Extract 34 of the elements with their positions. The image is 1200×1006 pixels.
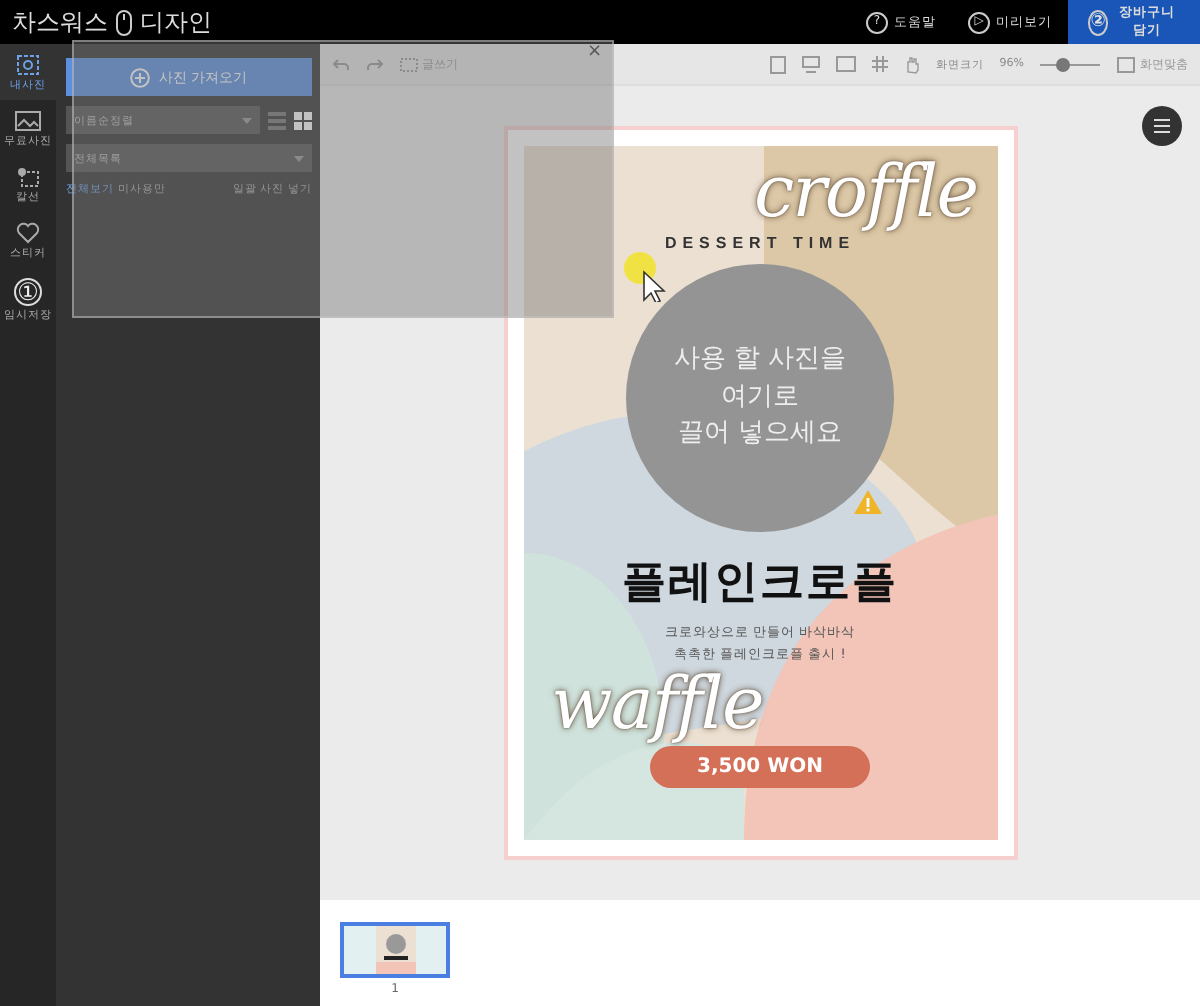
redo-icon[interactable] <box>366 57 384 71</box>
close-button[interactable]: × <box>582 42 606 62</box>
script-text: croffle <box>753 158 977 230</box>
warning-icon <box>853 490 881 514</box>
chevron-down-icon <box>242 117 252 123</box>
save-badge-icon: ① <box>14 278 42 306</box>
layers-button[interactable] <box>1142 106 1182 146</box>
poster-subtitle: DESSERT TIME <box>664 234 856 252</box>
frame-icon[interactable] <box>835 56 856 72</box>
hand-icon[interactable] <box>903 55 920 73</box>
mouse-icon <box>116 9 132 35</box>
document-icon[interactable] <box>769 55 786 73</box>
chevron-down-icon <box>294 155 304 161</box>
photo-icon <box>16 54 40 76</box>
list-view-icon[interactable] <box>268 111 286 129</box>
page-thumbnail[interactable] <box>340 922 450 978</box>
list-icon <box>1154 118 1170 134</box>
badge-icon: ② <box>1088 9 1109 35</box>
price-label: 3,500 WON <box>650 746 870 789</box>
monitor-icon[interactable] <box>801 55 820 73</box>
heart-icon <box>16 222 40 244</box>
script-text: waffle <box>551 670 763 743</box>
poster-title: 플레인크로플 <box>622 556 898 612</box>
undo-icon[interactable] <box>332 57 350 71</box>
logo-text: 디자인 <box>140 5 212 39</box>
grid-icon[interactable] <box>871 56 888 72</box>
image-icon <box>14 110 42 132</box>
text-box-icon <box>400 57 418 71</box>
logo-text: 차스워스 <box>12 5 108 39</box>
grid-view-icon[interactable] <box>294 111 312 129</box>
crop-icon <box>16 166 40 188</box>
cursor-icon <box>622 250 666 302</box>
fit-icon <box>1116 55 1136 73</box>
plus-icon <box>130 67 151 87</box>
